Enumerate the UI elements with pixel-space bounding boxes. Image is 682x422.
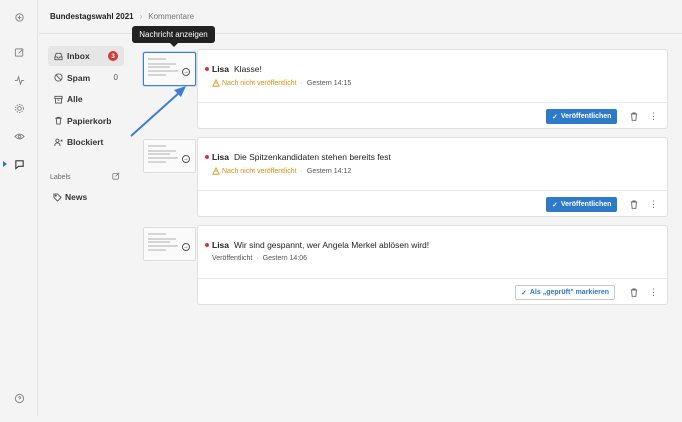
sidebar-item-alle[interactable]: Alle [48, 89, 124, 109]
settings-icon[interactable] [13, 102, 25, 114]
comment-author: Lisa [212, 64, 230, 74]
more-options-icon[interactable]: ⋮ [649, 199, 658, 209]
comment-author: Lisa [212, 240, 230, 250]
publish-button[interactable]: ✓ Veröffentlichen [546, 109, 618, 124]
sidebar-item-spam[interactable]: Spam 0 [48, 68, 124, 88]
label-item-label: News [65, 192, 88, 202]
comment-card: Lisa Wir sind gespannt, wer Angela Merke… [197, 225, 668, 305]
trash-icon [54, 116, 64, 126]
icon-rail [0, 0, 38, 416]
check-icon: ✓ [552, 201, 558, 209]
edit-icon[interactable] [13, 46, 25, 58]
comment-text: Die Spitzenkandidaten stehen bereits fes… [234, 152, 391, 162]
unread-dot [205, 67, 209, 71]
labels-heading: Labels [50, 172, 120, 182]
sidebar-item-blockiert[interactable]: Blockiert [48, 132, 124, 152]
warning-icon [212, 79, 220, 87]
open-message-icon[interactable]: → [182, 68, 190, 76]
comment-card: Lisa Die Spitzenkandidaten stehen bereit… [197, 137, 668, 217]
sidebar-item-label: Papierkorb [67, 115, 112, 126]
sidebar-item-label: Blockiert [67, 137, 104, 147]
delete-icon[interactable] [630, 112, 638, 121]
logo-icon[interactable] [13, 11, 25, 23]
comment-text: Wir sind gespannt, wer Angela Merkel abl… [234, 240, 430, 250]
publish-button[interactable]: ✓ Veröffentlichen [546, 197, 618, 212]
unread-dot [205, 155, 209, 159]
archive-icon [54, 94, 64, 104]
comment-author: Lisa [212, 152, 230, 162]
comment-text: Klasse! [234, 64, 262, 74]
inbox-count-badge: 3 [108, 51, 118, 61]
sidebar-item-inbox[interactable]: Inbox 3 [48, 46, 124, 66]
message-preview-thumbnail[interactable]: → [143, 139, 196, 173]
tag-icon [53, 192, 62, 202]
block-user-icon [54, 137, 64, 147]
status-label: Veröffentlicht [212, 255, 253, 262]
sidebar-item-papierkorb[interactable]: Papierkorb [48, 111, 124, 131]
labels-heading-text: Labels [50, 173, 71, 181]
comment-time: Gestern 14:15 [306, 79, 352, 87]
comments-icon[interactable] [13, 158, 25, 170]
message-preview-thumbnail[interactable]: → [143, 52, 196, 86]
breadcrumb-separator-icon: › [139, 12, 143, 21]
breadcrumb[interactable]: Kommentare [148, 12, 194, 21]
mark-as-checked-button[interactable]: ✓ Als „geprüft" markieren [515, 285, 616, 300]
active-indicator [3, 161, 7, 167]
status-label: Nach nicht veröffentlicht [212, 79, 297, 87]
spam-count: 0 [113, 73, 118, 82]
inbox-icon [54, 51, 64, 61]
sidebar-item-label: Inbox [67, 51, 90, 61]
help-icon[interactable] [13, 392, 25, 404]
open-message-icon[interactable]: → [182, 243, 190, 251]
open-message-icon[interactable]: → [182, 155, 190, 163]
check-icon: ✓ [552, 113, 558, 121]
warning-icon [212, 167, 220, 175]
comment-card: Lisa Klasse! Nach nicht veröffentlicht ·… [197, 49, 668, 129]
spam-icon [54, 73, 64, 83]
status-label: Nach nicht veröffentlicht [212, 167, 297, 175]
tooltip: Nachricht anzeigen [132, 26, 215, 47]
comment-time: Gestern 14:12 [306, 167, 352, 175]
label-item-news[interactable]: News [53, 192, 87, 202]
comment-time: Gestern 14:06 [262, 255, 308, 262]
delete-icon[interactable] [630, 200, 638, 209]
project-title[interactable]: Bundestagswahl 2021 [50, 12, 134, 21]
sidebar-item-label: Spam [67, 72, 91, 83]
eye-icon[interactable] [13, 130, 25, 142]
unread-dot [205, 243, 209, 247]
message-preview-thumbnail[interactable]: → [143, 227, 196, 261]
activity-icon[interactable] [13, 74, 25, 86]
sidebar-nav: Inbox 3 Spam 0 Alle Papierkorb Blockiert [48, 46, 124, 154]
edit-labels-icon[interactable] [112, 172, 120, 182]
sidebar-item-label: Alle [67, 94, 83, 104]
check-icon: ✓ [521, 289, 527, 297]
delete-icon[interactable] [630, 288, 638, 297]
more-options-icon[interactable]: ⋮ [649, 287, 658, 297]
more-options-icon[interactable]: ⋮ [649, 111, 658, 121]
